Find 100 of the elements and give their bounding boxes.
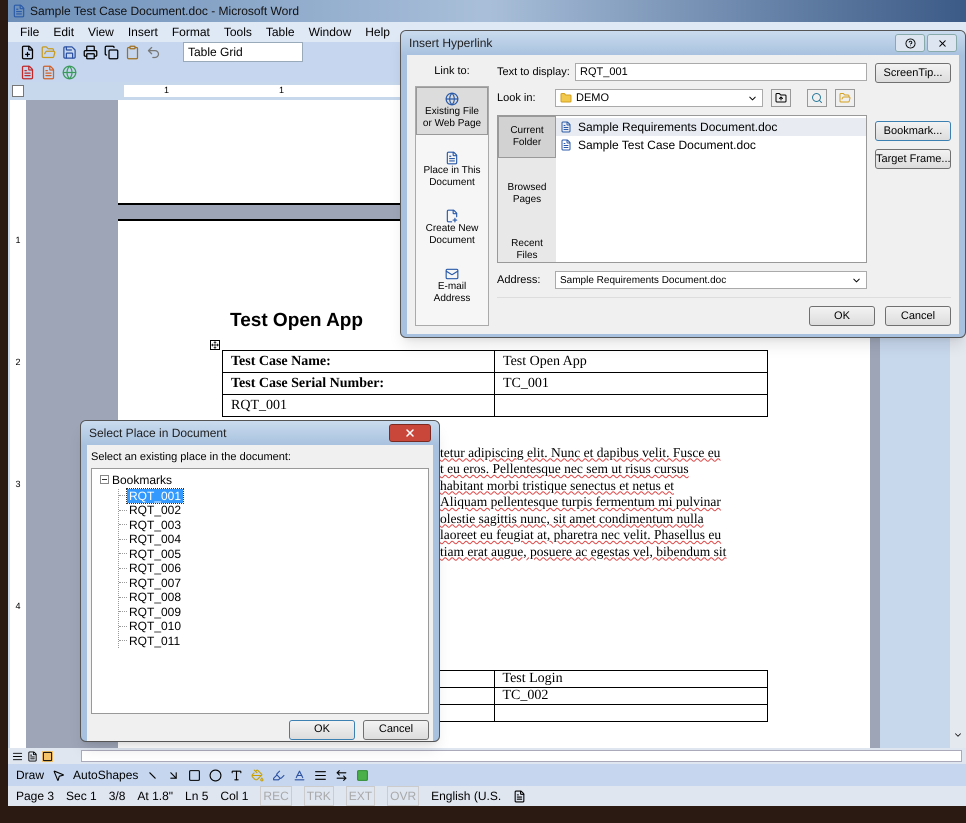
folder-nav-option[interactable]: Browsed Pages: [498, 174, 556, 214]
ruler-number: 1: [15, 234, 20, 248]
autoshapes-menu-button[interactable]: AutoShapes: [73, 766, 138, 784]
field-label: Link to:: [434, 64, 470, 79]
document-heading: Test Open App: [230, 309, 363, 333]
undo-icon[interactable]: [146, 44, 161, 60]
bookmark-item[interactable]: RQT_002: [127, 503, 184, 518]
folder-nav-option[interactable]: Recent Files: [498, 230, 556, 270]
menu-item[interactable]: Insert: [128, 23, 158, 41]
table-cell: Test Open App: [494, 350, 768, 372]
open-folder-icon: [839, 92, 851, 104]
fill-color-icon[interactable]: [251, 768, 264, 782]
table-move-handle-icon[interactable]: [210, 340, 220, 350]
bookmark-item[interactable]: RQT_007: [127, 576, 184, 590]
save-icon[interactable]: [62, 44, 77, 60]
pointer-icon[interactable]: [52, 768, 66, 782]
ok-button[interactable]: OK: [809, 306, 875, 326]
table-cell: TC_001: [494, 372, 768, 394]
bookmark-item[interactable]: RQT_010: [127, 619, 184, 634]
draw-menu-button[interactable]: Draw: [16, 766, 44, 784]
bookmark-item[interactable]: RQT_009: [127, 604, 184, 619]
link-to-option[interactable]: Existing File or Web Page: [416, 86, 488, 134]
paragraph-line: tetur adipiscing elit. Nunc et dapibus velit. Fusce eu: [440, 444, 722, 461]
copy-icon[interactable]: [104, 44, 119, 60]
web-view-icon[interactable]: [27, 750, 38, 762]
menu-item[interactable]: Format: [172, 23, 210, 41]
close-button[interactable]: [927, 34, 957, 52]
help-button[interactable]: [895, 34, 925, 52]
paragraph-line: t eu eros. Pellentesque nec sem ut risus cursus: [440, 461, 690, 478]
ruler-number: 1: [164, 84, 170, 98]
dialog-button[interactable]: Target Frame...: [875, 149, 951, 169]
up-folder-button[interactable]: [771, 89, 791, 107]
close-button[interactable]: [389, 424, 431, 442]
field-label: Text to display:: [497, 64, 567, 80]
menu-item[interactable]: View: [88, 23, 114, 41]
help-icon: [904, 38, 916, 48]
dialog-button[interactable]: ScreenTip...: [875, 63, 951, 83]
ruler-number: 3: [15, 478, 20, 492]
style-field[interactable]: Table Grid: [183, 42, 303, 62]
menu-item[interactable]: Tools: [224, 23, 252, 41]
paragraph-line: tiam erat augue, posuere ac egestas vel, bibendum sit: [440, 544, 728, 560]
bookmark-item[interactable]: RQT_011: [127, 634, 182, 648]
close-icon: [404, 427, 416, 439]
menu-item[interactable]: Table: [266, 23, 295, 41]
text-box-icon[interactable]: [230, 768, 244, 782]
print-layout-icon[interactable]: [42, 750, 53, 762]
paragraph-line: olestie sagittis nunc, sit amet condimentum nulla: [440, 510, 705, 527]
menu-item[interactable]: Help: [365, 23, 390, 41]
document-icon: [560, 121, 572, 133]
link-to-option[interactable]: Create New Document: [416, 204, 488, 250]
bookmark-item[interactable]: RQT_008: [127, 590, 184, 604]
window-title: Sample Test Case Document.doc - Microsoft Word: [30, 3, 299, 20]
font-color-icon[interactable]: [293, 768, 306, 782]
clipboard-icon[interactable]: [125, 44, 140, 60]
menu-item[interactable]: Window: [308, 23, 352, 41]
status-item: TRK: [304, 786, 334, 806]
line-style-icon[interactable]: [314, 768, 328, 782]
bookmark-item[interactable]: RQT_005: [127, 546, 184, 561]
bookmark-item[interactable]: RQT_006: [127, 561, 184, 576]
look-in-dropdown[interactable]: DEMO: [555, 89, 763, 107]
line-color-icon[interactable]: [272, 768, 286, 782]
field-label: Address:: [497, 272, 542, 288]
file-list-item[interactable]: Sample Requirements Document.doc: [556, 118, 866, 136]
address-dropdown[interactable]: Sample Requirements Document.doc: [555, 271, 867, 289]
close-icon: [936, 38, 948, 48]
folder-up-icon: [775, 92, 787, 104]
printer-icon[interactable]: [83, 44, 98, 60]
status-item: English (U.S.: [431, 788, 502, 805]
cancel-button[interactable]: Cancel: [363, 720, 429, 740]
arrow-style-icon[interactable]: [335, 768, 348, 782]
normal-view-icon[interactable]: [12, 750, 23, 762]
oval-icon[interactable]: [209, 768, 222, 782]
table-cell: Test Login: [494, 670, 768, 688]
menu-item[interactable]: File: [20, 23, 40, 41]
table-cell: TC_002: [494, 688, 768, 704]
tree-node[interactable]: Bookmarks: [100, 470, 172, 488]
ruler-number: 4: [15, 600, 20, 614]
link-to-option[interactable]: E-mail Address: [416, 262, 488, 308]
bookmark-item[interactable]: RQT_003: [127, 518, 184, 532]
collapse-icon[interactable]: [100, 475, 109, 484]
rectangle-icon[interactable]: [188, 768, 202, 782]
status-item: REC: [260, 786, 292, 806]
status-item: Page 3: [16, 788, 54, 805]
tab-stop-icon[interactable]: [12, 85, 24, 97]
ruler-number: 1: [279, 84, 284, 98]
new-document-icon[interactable]: [20, 44, 35, 60]
menu-item[interactable]: Edit: [53, 23, 74, 41]
table-cell: RQT_001: [222, 394, 494, 416]
text-to-display-field[interactable]: RQT_001: [575, 63, 867, 81]
ok-button[interactable]: OK: [289, 720, 355, 740]
file-list-item[interactable]: Sample Test Case Document.doc: [556, 136, 866, 154]
browse-web-button[interactable]: [807, 89, 827, 107]
bookmark-item[interactable]: RQT_004: [127, 532, 184, 546]
cancel-button[interactable]: Cancel: [885, 306, 951, 326]
link-to-option[interactable]: Place in This Document: [416, 146, 488, 192]
document-icon: [560, 139, 572, 151]
horizontal-scrollbar[interactable]: [81, 750, 962, 762]
table-cell: Test Case Name:: [222, 350, 494, 372]
folder-nav-option[interactable]: Current Folder: [498, 116, 556, 158]
dialog-button[interactable]: Bookmark...: [875, 121, 951, 141]
